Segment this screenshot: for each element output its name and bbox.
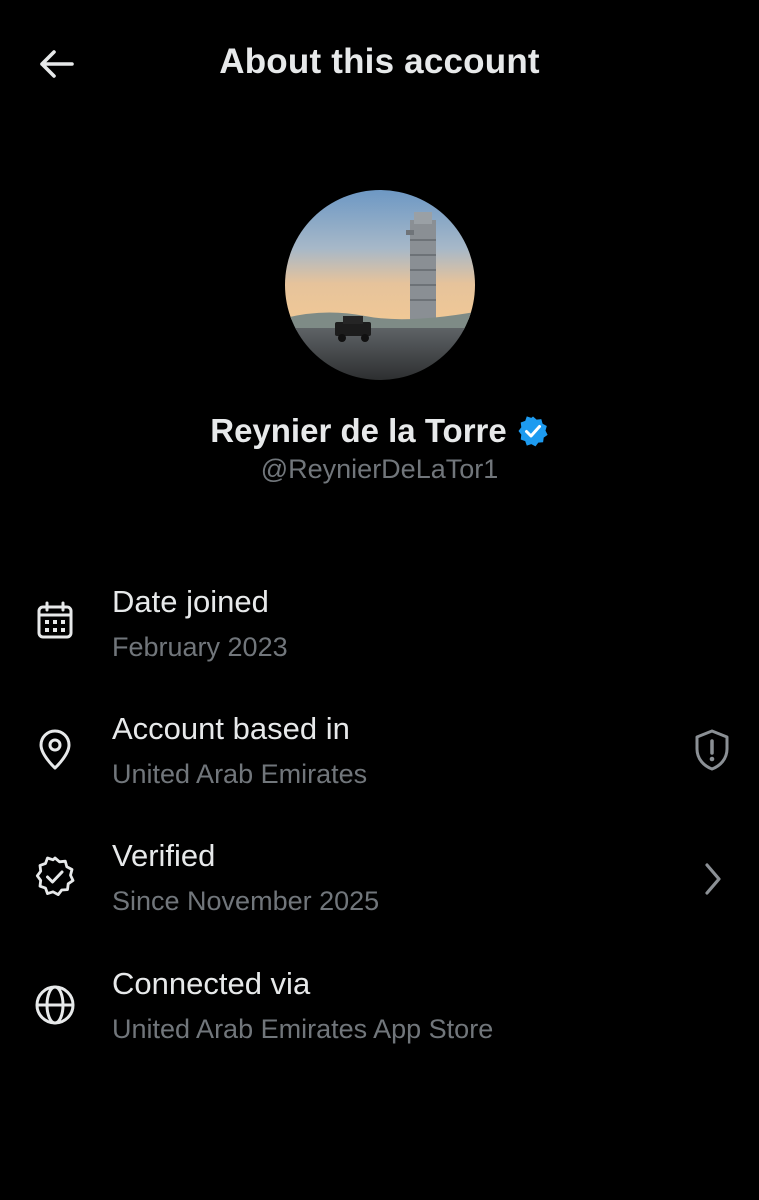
name-row: Reynier de la Torre <box>0 412 759 450</box>
date-joined-row: Date joined February 2023 <box>0 578 759 688</box>
date-joined-label: Date joined <box>112 584 269 619</box>
date-joined-value: February 2023 <box>112 632 288 662</box>
account-based-in-row[interactable]: Account based in United Arab Emirates <box>0 705 759 815</box>
connected-via-label: Connected via <box>112 966 311 1001</box>
shield-alert-icon[interactable] <box>689 727 735 773</box>
connected-via-row: Connected via United Arab Emirates App S… <box>0 960 759 1070</box>
avatar[interactable] <box>285 190 475 380</box>
chevron-right-icon[interactable] <box>689 856 735 902</box>
page-title: About this account <box>219 42 540 81</box>
account-based-in-label: Account based in <box>112 711 350 746</box>
globe-icon <box>32 982 78 1028</box>
verified-row[interactable]: Verified Since November 2025 <box>0 832 759 942</box>
verified-check-icon <box>32 854 78 900</box>
account-handle: @ReynierDeLaTor1 <box>260 454 499 484</box>
connected-via-value: United Arab Emirates App Store <box>112 1014 494 1044</box>
location-pin-icon <box>32 727 78 773</box>
verified-value: Since November 2025 <box>112 886 380 916</box>
display-name: Reynier de la Torre <box>210 412 507 449</box>
verified-badge-icon <box>518 416 548 447</box>
header: About this account <box>0 0 759 128</box>
calendar-icon <box>32 598 78 644</box>
verified-label: Verified <box>112 838 216 873</box>
account-based-in-value: United Arab Emirates <box>112 759 368 789</box>
